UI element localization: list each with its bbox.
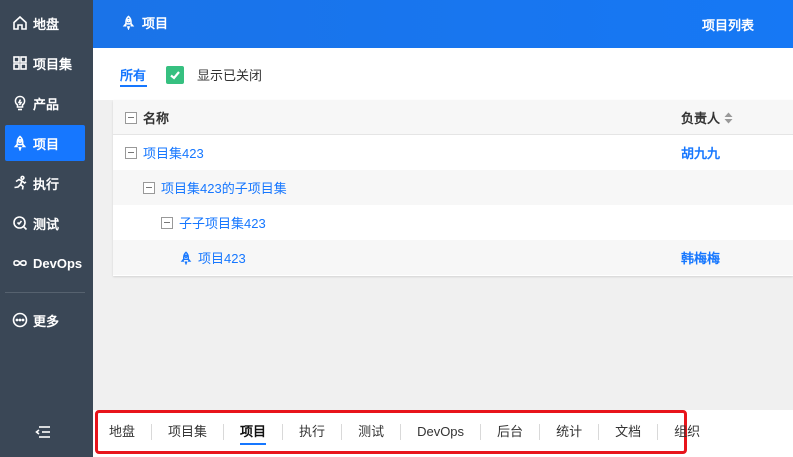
- more-icon: [12, 312, 28, 328]
- sidebar-divider: [5, 292, 85, 293]
- sidebar-item-label: 项目集: [33, 56, 73, 72]
- bottom-nav-test[interactable]: 测试: [342, 424, 402, 440]
- project-list-link[interactable]: 项目列表: [702, 15, 754, 34]
- row-name-cell: 项目集423的子项目集: [143, 170, 287, 205]
- show-closed-label: 显示已关闭: [197, 68, 263, 83]
- project-table: 名称 负责人 项目集423 胡九九 项目集423的子项目集 子子项目集423 项…: [113, 100, 793, 276]
- column-header-owner-label: 负责人: [681, 111, 721, 126]
- sidebar-item-label: DevOps: [33, 255, 83, 271]
- collapse-toggle[interactable]: [143, 181, 155, 194]
- show-closed-checkbox[interactable]: [166, 65, 184, 84]
- menu-collapse-icon[interactable]: [34, 424, 52, 440]
- collapse-toggle[interactable]: [125, 146, 137, 159]
- row-name-cell: 项目423: [179, 240, 246, 275]
- column-header-owner[interactable]: 负责人: [681, 100, 733, 135]
- rocket-icon: [179, 250, 193, 265]
- bottom-nav-admin[interactable]: 后台: [481, 424, 541, 440]
- sidebar: 地盘 项目集 产品 项目 执行 测试 DevOps 更多: [0, 0, 93, 457]
- bottom-nav-execution[interactable]: 执行: [283, 424, 343, 440]
- page-title: 项目: [121, 13, 168, 32]
- sidebar-item-program[interactable]: 项目集: [5, 45, 85, 81]
- check-icon: [170, 70, 180, 80]
- row-name-link[interactable]: 项目集423: [143, 143, 204, 162]
- search-icon: [12, 215, 28, 231]
- bottom-nav-docs[interactable]: 文档: [599, 424, 659, 440]
- sort-icon[interactable]: [724, 112, 733, 124]
- collapse-toggle[interactable]: [161, 216, 173, 229]
- tab-active-indicator: [120, 85, 147, 87]
- row-name-cell: 子子项目集423: [161, 205, 266, 240]
- row-name-link[interactable]: 项目集423的子项目集: [161, 178, 287, 197]
- rocket-icon: [122, 15, 135, 30]
- main-content: 所有 显示已关闭 名称 负责人 项目集423 胡九九 项目集423的子项目集 子…: [93, 48, 793, 410]
- sidebar-item-execution[interactable]: 执行: [5, 165, 85, 201]
- table-row: 项目集423的子项目集: [113, 170, 793, 205]
- page-title-text: 项目: [142, 16, 169, 31]
- column-header-name-label: 名称: [143, 111, 170, 126]
- sidebar-item-label: 更多: [33, 313, 60, 329]
- sidebar-item-project[interactable]: 项目: [5, 125, 85, 161]
- sidebar-item-label: 地盘: [33, 16, 60, 32]
- bottom-nav-program[interactable]: 项目集: [152, 424, 225, 440]
- sidebar-item-devops[interactable]: DevOps: [5, 245, 85, 281]
- sidebar-item-label: 测试: [33, 216, 60, 232]
- table-row: 子子项目集423: [113, 205, 793, 240]
- bottom-nav-stats[interactable]: 统计: [540, 424, 600, 440]
- table-header: 名称 负责人: [113, 100, 793, 135]
- sidebar-item-label: 项目: [33, 136, 60, 152]
- row-owner[interactable]: 韩梅梅: [681, 240, 720, 275]
- infinity-icon: [12, 255, 28, 271]
- row-name-link[interactable]: 项目423: [198, 248, 246, 267]
- table-row: 项目集423 胡九九: [113, 135, 793, 170]
- bulb-icon: [12, 95, 28, 111]
- tab-all[interactable]: 所有: [120, 65, 146, 84]
- sidebar-item-label: 执行: [33, 176, 60, 192]
- sidebar-item-label: 产品: [33, 96, 60, 112]
- bottom-nav-devops[interactable]: DevOps: [401, 424, 482, 440]
- sidebar-item-more[interactable]: 更多: [5, 302, 85, 338]
- row-name-link[interactable]: 子子项目集423: [179, 213, 266, 232]
- table-row: 项目423 韩梅梅: [113, 240, 793, 275]
- sidebar-item-product[interactable]: 产品: [5, 85, 85, 121]
- row-name-cell: 项目集423: [125, 135, 204, 170]
- bottom-nav: 地盘 项目集 项目 执行 测试 DevOps 后台 统计 文档 组织: [93, 410, 716, 454]
- bottom-nav-dashboard[interactable]: 地盘: [93, 424, 153, 440]
- row-owner[interactable]: 胡九九: [681, 135, 720, 170]
- grid-icon: [12, 55, 28, 71]
- collapse-all-toggle[interactable]: [125, 111, 137, 124]
- top-header: 项目 项目列表: [93, 0, 793, 48]
- show-closed-toggle[interactable]: 显示已关闭: [166, 65, 262, 84]
- bottom-nav-bar: 地盘 项目集 项目 执行 测试 DevOps 后台 统计 文档 组织: [93, 410, 793, 457]
- home-icon: [12, 15, 28, 31]
- rocket-icon: [12, 135, 28, 151]
- filter-bar: 所有 显示已关闭: [93, 48, 793, 100]
- column-header-name: 名称: [125, 100, 169, 135]
- run-icon: [12, 175, 28, 191]
- sidebar-item-dashboard[interactable]: 地盘: [5, 5, 85, 41]
- bottom-nav-project[interactable]: 项目: [224, 424, 284, 445]
- sidebar-item-test[interactable]: 测试: [5, 205, 85, 241]
- bottom-nav-org[interactable]: 组织: [658, 424, 716, 440]
